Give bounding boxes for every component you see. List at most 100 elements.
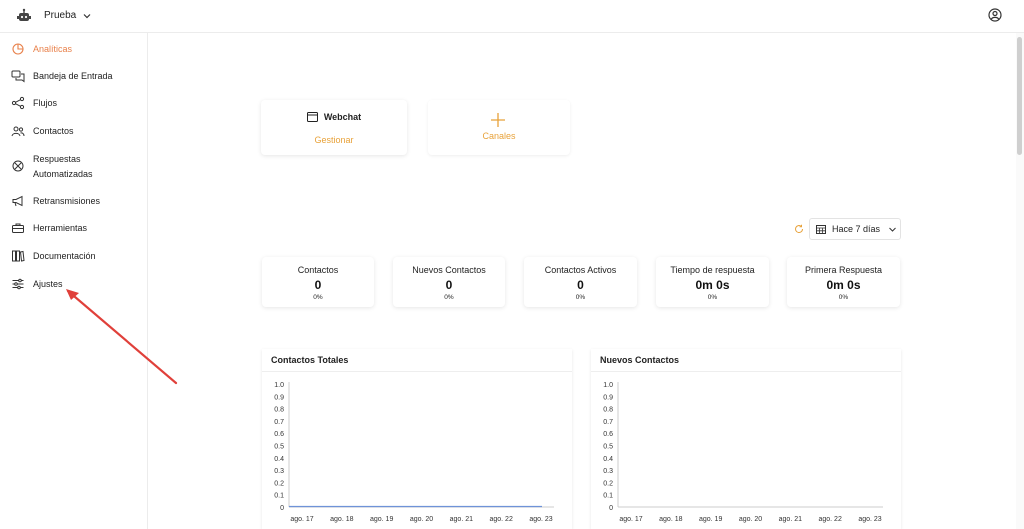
chart-card-nuevos-contactos: Nuevos Contactos 0 0.1 0.2 0.3 0.4 0.5 0.6 0.7 0… xyxy=(591,349,901,529)
analytics-icon xyxy=(12,43,24,55)
x-tick-label: ago. 19 xyxy=(370,516,393,523)
chart-card-contactos-totales: Contactos Totales 0 0.1 0.2 0.3 0.4 0.5 0.6 0.7… xyxy=(262,349,572,529)
stat-value: 0 xyxy=(577,278,584,292)
scrollbar-thumb[interactable] xyxy=(1017,37,1022,155)
chevron-down-icon xyxy=(83,13,91,18)
y-tick-label: 0.6 xyxy=(274,431,284,438)
sidebar-item-label: Herramientas xyxy=(33,223,88,233)
sidebar-item-respuestas[interactable]: Respuestas Automatizadas xyxy=(11,152,131,182)
webchat-card: Webchat Gestionar xyxy=(261,100,407,155)
sidebar-item-flujos[interactable]: Flujos xyxy=(11,96,57,111)
y-tick-label: 0 xyxy=(609,505,613,512)
megaphone-icon xyxy=(12,195,23,207)
plus-icon xyxy=(491,113,505,127)
auto-reply-icon xyxy=(12,160,24,172)
sidebar-item-label: Ajustes xyxy=(33,279,63,289)
stat-card-primera-respuesta: Primera Respuesta 0m 0s 0% xyxy=(787,257,900,307)
x-tick-label: ago. 23 xyxy=(858,516,881,523)
sidebar-item-contactos[interactable]: Contactos xyxy=(11,124,74,139)
y-tick-label: 1.0 xyxy=(274,382,284,389)
y-tick-label: 0.8 xyxy=(603,407,613,414)
sidebar-item-bandeja[interactable]: Bandeja de Entrada xyxy=(11,69,113,84)
browser-window-icon xyxy=(306,112,318,122)
sliders-icon xyxy=(12,278,24,290)
sidebar-item-label: Contactos xyxy=(33,126,74,136)
x-tick-label: ago. 22 xyxy=(818,516,841,523)
y-tick-label: 0.2 xyxy=(274,480,284,487)
sidebar-item-label: Bandeja de Entrada xyxy=(33,71,113,81)
stat-label: Contactos xyxy=(297,265,339,275)
y-tick-label: 0.5 xyxy=(603,444,613,451)
stat-percent: 0% xyxy=(444,294,454,301)
sidebar-item-label: Documentación xyxy=(33,251,96,261)
stat-value: 0 xyxy=(445,278,453,292)
sidebar-item-label: Analíticas xyxy=(33,44,73,54)
line-chart-contactos-totales: 0 0.1 0.2 0.3 0.4 0.5 0.6 0.7 0.8 0.9 1.0 ago. 17 ag… xyxy=(274,382,554,523)
y-tick-label: 0.9 xyxy=(274,394,284,401)
y-tick-label: 0.7 xyxy=(274,419,284,426)
sidebar-item-label: Retransmisiones xyxy=(33,196,101,206)
x-tick-label: ago. 21 xyxy=(779,516,802,523)
sidebar-item-ajustes[interactable]: Ajustes xyxy=(11,277,63,292)
top-bar: Prueba xyxy=(0,0,1024,33)
annotation-arrow xyxy=(66,289,178,385)
chart-title: Contactos Totales xyxy=(271,355,349,365)
toolbox-icon xyxy=(12,223,24,233)
stat-percent: 0% xyxy=(707,294,718,301)
x-tick-label: ago. 20 xyxy=(739,516,762,523)
y-tick-label: 0.4 xyxy=(603,456,613,463)
sidebar-item-label: Flujos xyxy=(33,98,58,108)
x-tick-label: ago. 22 xyxy=(489,516,512,523)
y-tick-label: 0.2 xyxy=(603,480,613,487)
chevron-down-icon xyxy=(889,227,896,232)
sidebar-item-label: Respuestas Automatizadas xyxy=(33,154,93,179)
x-tick-label: ago. 18 xyxy=(330,516,353,523)
y-tick-label: 0.8 xyxy=(274,407,284,414)
stat-percent: 0% xyxy=(838,294,849,301)
x-tick-label: ago. 17 xyxy=(619,516,642,523)
y-tick-label: 0.4 xyxy=(274,456,284,463)
contacts-icon xyxy=(11,126,25,137)
calendar-icon xyxy=(816,225,826,234)
webchat-title: Webchat xyxy=(323,112,362,122)
y-tick-label: 0.3 xyxy=(603,468,613,475)
y-tick-label: 0.9 xyxy=(603,394,613,401)
flow-icon xyxy=(11,96,25,110)
scrollbar[interactable] xyxy=(1016,33,1024,529)
sidebar-item-herramientas[interactable]: Herramientas xyxy=(11,221,87,236)
workspace-selector[interactable]: Prueba xyxy=(44,10,92,21)
workspace-name: Prueba xyxy=(44,10,77,21)
refresh-icon[interactable] xyxy=(794,224,804,234)
add-channel-card[interactable]: Canales xyxy=(428,100,570,155)
date-range-select[interactable]: Hace 7 días xyxy=(809,218,901,240)
stat-label: Contactos Activos xyxy=(544,265,617,275)
date-range-value: Hace 7 días xyxy=(832,224,881,234)
stat-card-contactos: Contactos 0 0% xyxy=(262,257,374,307)
stat-card-nuevos-contactos: Nuevos Contactos 0 0% xyxy=(393,257,505,307)
stat-label: Tiempo de respuesta xyxy=(670,265,755,275)
user-circle-icon[interactable] xyxy=(988,8,1002,22)
x-tick-label: ago. 23 xyxy=(529,516,552,523)
stat-card-tiempo-respuesta: Tiempo de respuesta 0m 0s 0% xyxy=(656,257,769,307)
line-chart-nuevos-contactos: 0 0.1 0.2 0.3 0.4 0.5 0.6 0.7 0.8 0.9 1.0 ago. 17 ag… xyxy=(603,382,883,523)
sidebar-item-analiticas[interactable]: Analíticas xyxy=(11,42,72,57)
sidebar-item-documentacion[interactable]: Documentación xyxy=(11,249,96,264)
stat-percent: 0% xyxy=(575,294,586,301)
stat-label: Nuevos Contactos xyxy=(412,265,486,275)
canales-label: Canales xyxy=(482,131,516,141)
webchat-title-row: Webchat xyxy=(261,112,407,122)
y-tick-label: 0.3 xyxy=(274,468,284,475)
x-tick-label: ago. 20 xyxy=(410,516,433,523)
gestionar-link[interactable]: Gestionar xyxy=(261,135,407,145)
books-icon xyxy=(12,250,25,262)
chart-title: Nuevos Contactos xyxy=(600,355,680,365)
y-tick-label: 1.0 xyxy=(603,382,613,389)
x-tick-label: ago. 21 xyxy=(450,516,473,523)
chat-bubbles-icon xyxy=(11,70,25,83)
stat-value: 0m 0s xyxy=(826,278,861,292)
x-tick-label: ago. 17 xyxy=(290,516,313,523)
sidebar-item-retransmisiones[interactable]: Retransmisiones xyxy=(11,194,100,209)
y-tick-label: 0 xyxy=(280,505,284,512)
stat-value: 0m 0s xyxy=(695,278,730,292)
x-tick-label: ago. 19 xyxy=(699,516,722,523)
